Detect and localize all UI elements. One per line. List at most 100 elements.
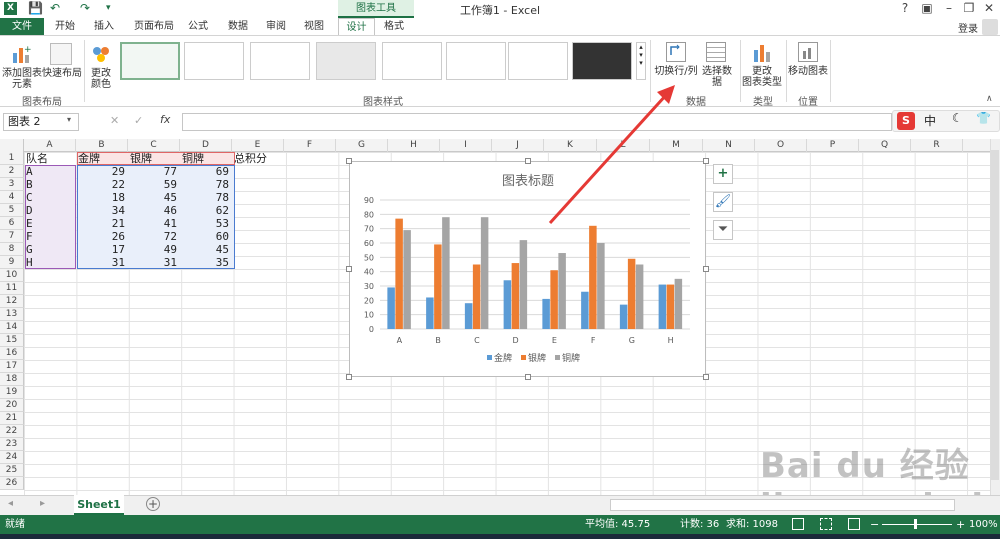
table-cell[interactable]: 78 [182,178,232,191]
table-cell[interactable]: 60 [182,230,232,243]
table-cell[interactable]: 45 [130,191,180,204]
column-header[interactable]: O [755,139,807,152]
table-cell[interactable]: 铜牌 [182,152,232,165]
zoom-slider[interactable] [882,524,952,525]
add-chart-element-icon[interactable]: + [10,43,32,65]
page-layout-view-icon[interactable] [820,518,832,530]
resize-handle[interactable] [346,374,352,380]
tab-formulas[interactable]: 公式 [182,18,214,35]
tab-insert[interactable]: 插入 [88,18,120,35]
quick-layout-icon[interactable] [50,43,72,65]
select-data-button[interactable]: 选择数据 [698,66,736,88]
minimize-icon[interactable]: – [940,1,958,15]
tab-data[interactable]: 数据 [222,18,254,35]
change-chart-type-icon[interactable] [752,42,772,64]
table-cell[interactable]: 26 [78,230,128,243]
collapse-ribbon-icon[interactable]: ∧ [986,94,993,104]
row-header[interactable]: 4 [0,191,24,204]
move-chart-button[interactable]: 移动图表 [788,66,828,77]
chart-style-7[interactable] [508,42,568,80]
tab-format[interactable]: 格式 [378,18,410,35]
column-header[interactable]: C [128,139,180,152]
avatar[interactable] [982,19,998,35]
table-cell[interactable]: 62 [182,204,232,217]
chart-style-6[interactable] [446,42,506,80]
table-cell[interactable]: 41 [130,217,180,230]
row-header[interactable]: 7 [0,230,24,243]
column-header[interactable]: G [336,139,388,152]
row-header[interactable]: 10 [0,269,24,282]
quick-layout-button[interactable]: 快速布局 [42,68,82,79]
row-header[interactable]: 1 [0,152,24,165]
tab-page-layout[interactable]: 页面布局 [128,18,180,35]
switch-row-column-icon[interactable] [666,42,686,62]
table-cell[interactable]: D [26,204,76,217]
row-header[interactable]: 21 [0,412,24,425]
zoom-level[interactable]: 100% [969,515,998,534]
column-header[interactable]: H [388,139,440,152]
resize-handle[interactable] [346,266,352,272]
row-header[interactable]: 5 [0,204,24,217]
page-break-view-icon[interactable] [848,518,860,530]
row-header[interactable]: 25 [0,464,24,477]
table-cell[interactable]: 35 [182,256,232,269]
table-cell[interactable]: 总积分 [234,152,284,165]
column-header[interactable]: J [492,139,544,152]
resize-handle[interactable] [525,158,531,164]
enter-icon[interactable]: ✓ [134,114,143,127]
row-header[interactable]: 15 [0,334,24,347]
sheet-tab-sheet1[interactable]: Sheet1 [74,495,124,515]
row-header[interactable]: 6 [0,217,24,230]
chart-style-4[interactable] [316,42,376,80]
select-data-icon[interactable] [706,42,726,62]
chart-styles-brush-icon[interactable]: 🖌 [713,192,733,212]
chart-style-3[interactable] [250,42,310,80]
tab-view[interactable]: 视图 [298,18,330,35]
tab-review[interactable]: 审阅 [260,18,292,35]
row-header[interactable]: 12 [0,295,24,308]
column-header[interactable]: B [76,139,128,152]
zoom-out-icon[interactable]: − [870,515,879,534]
column-header[interactable]: P [807,139,859,152]
row-header[interactable]: 24 [0,451,24,464]
column-header[interactable]: D [180,139,232,152]
row-header[interactable]: 14 [0,321,24,334]
ribbon-display-icon[interactable]: ▣ [918,1,936,15]
tab-file[interactable]: 文件 [0,18,44,35]
table-cell[interactable]: 49 [130,243,180,256]
styles-gallery-scroll[interactable]: ▴ ▾ ▾ [636,42,646,80]
sheet-scroll-left-icon[interactable]: ◂ [8,498,13,509]
chart-elements-plus-icon[interactable]: + [713,164,733,184]
palette-icon[interactable] [90,43,112,65]
table-cell[interactable]: 银牌 [130,152,180,165]
table-cell[interactable]: 22 [78,178,128,191]
table-cell[interactable]: 21 [78,217,128,230]
table-cell[interactable]: 18 [78,191,128,204]
row-header[interactable]: 11 [0,282,24,295]
table-cell[interactable]: 队名 [26,152,76,165]
resize-handle[interactable] [703,266,709,272]
chart-style-2[interactable] [184,42,244,80]
row-header[interactable]: 26 [0,477,24,490]
close-icon[interactable]: ✕ [980,1,998,15]
table-cell[interactable]: 69 [182,165,232,178]
name-box-dropdown-icon[interactable]: ▾ [67,115,71,124]
row-header[interactable]: 19 [0,386,24,399]
chart-style-1[interactable] [120,42,180,80]
column-header[interactable]: I [440,139,492,152]
table-cell[interactable]: 29 [78,165,128,178]
table-cell[interactable]: E [26,217,76,230]
table-cell[interactable]: 53 [182,217,232,230]
table-cell[interactable]: 46 [130,204,180,217]
table-cell[interactable]: H [26,256,76,269]
row-header[interactable]: 13 [0,308,24,321]
horizontal-scrollbar[interactable] [610,499,955,511]
tab-design[interactable]: 设计 [338,18,375,35]
resize-handle[interactable] [525,374,531,380]
shirt-icon[interactable]: 👕 [976,111,991,125]
row-header[interactable]: 9 [0,256,24,269]
row-header[interactable]: 17 [0,360,24,373]
row-header[interactable]: 22 [0,425,24,438]
vertical-scroll-thumb[interactable] [991,150,999,480]
select-all-corner[interactable] [0,139,24,152]
